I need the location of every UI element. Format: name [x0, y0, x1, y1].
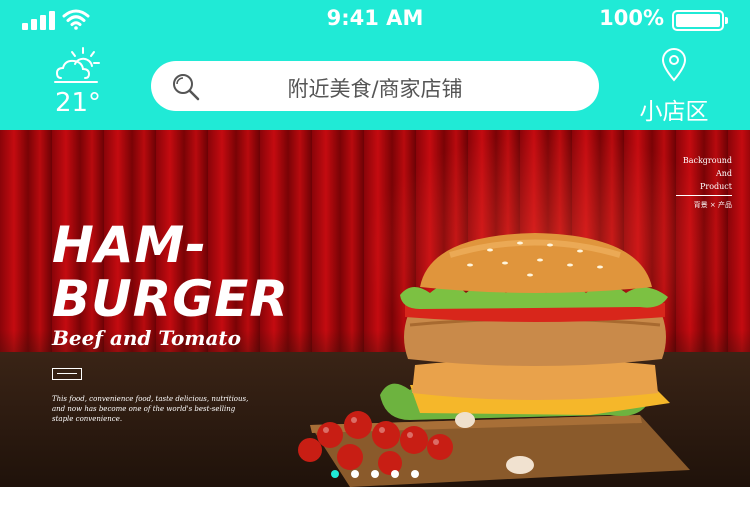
banner-decor-box: [52, 368, 82, 380]
banner-description: This food, convenience food, taste delic…: [52, 395, 249, 423]
hamburger-image: [298, 233, 690, 487]
carousel-dot-3[interactable]: [371, 470, 379, 478]
location-label: 小店区: [639, 99, 709, 125]
temperature: 21°: [54, 88, 102, 118]
promo-banner[interactable]: HAM- BURGER Beef and Tomato This food, c…: [0, 130, 750, 487]
corner-line-1: Background: [682, 156, 732, 165]
weather-partly-cloudy-icon: [54, 47, 100, 83]
corner-line-3: Product: [700, 182, 732, 191]
banner-subtitle: Beef and Tomato: [52, 326, 241, 350]
banner-corner-text: Background And Product: [683, 154, 732, 193]
location-selector[interactable]: 小店区: [634, 48, 714, 126]
top-header: 9:41 AM 100% 21° 附近美食/商家店铺 小店区: [0, 0, 750, 130]
corner-line-2: And: [715, 169, 732, 178]
corner-subtext: 背景 × 产品: [693, 201, 732, 209]
weather-widget[interactable]: 21°: [48, 44, 108, 124]
battery-percent: 100%: [599, 6, 664, 30]
battery-icon: [672, 10, 728, 31]
search-placeholder: 附近美食/商家店铺: [287, 77, 463, 101]
carousel-dot-4[interactable]: [391, 470, 399, 478]
carousel-indicators: [0, 470, 750, 478]
carousel-dot-1[interactable]: [331, 470, 339, 478]
corner-divider: [676, 195, 732, 196]
status-bar: 9:41 AM 100%: [0, 0, 750, 40]
banner-title-line2: BURGER: [52, 270, 289, 328]
carousel-dot-5[interactable]: [411, 470, 419, 478]
carousel-dot-2[interactable]: [351, 470, 359, 478]
banner-title: HAM- BURGER: [52, 218, 289, 326]
location-pin-icon: [661, 48, 687, 82]
search-bar[interactable]: 附近美食/商家店铺: [151, 61, 599, 111]
banner-title-line1: HAM-: [52, 216, 208, 274]
